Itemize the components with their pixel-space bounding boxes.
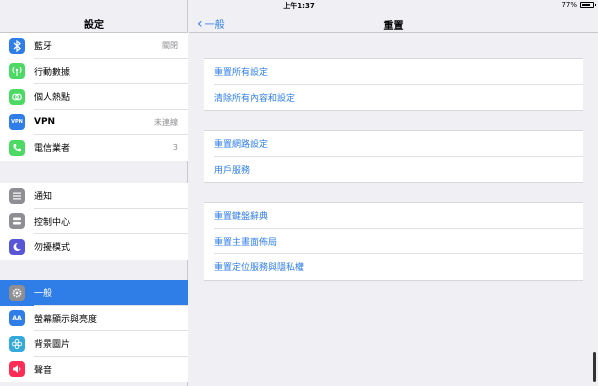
settings-sidebar: 設定 藍牙 關閉 行動數據 個人熱點 VPN VPN 未連線 電信業者 3 通知… [0, 0, 188, 386]
sidebar-item-sounds[interactable]: 聲音 [0, 357, 188, 383]
sidebar-item-label: 藍牙 [34, 42, 53, 53]
reset-location-privacy-button[interactable]: 重置定位服務與隱私權 [204, 254, 583, 280]
sidebar-item-control-center[interactable]: 控制中心 [0, 209, 188, 235]
hotspot-link-icon [9, 88, 25, 105]
reset-network-settings-button[interactable]: 重置網路設定 [204, 131, 583, 157]
erase-all-content-button[interactable]: 清除所有內容和設定 [204, 85, 583, 111]
sidebar-item-label: VPN [34, 117, 56, 128]
sidebar-item-label: 電信業者 [34, 144, 71, 155]
reset-keyboard-dictionary-button[interactable]: 重置鍵盤辭典 [204, 203, 583, 229]
subscriber-services-button[interactable]: 用戶服務 [204, 157, 583, 183]
sidebar-item-label: 行動數據 [34, 67, 71, 78]
battery-icon [580, 2, 596, 8]
sidebar-item-notifications[interactable]: 通知 [0, 183, 188, 209]
sidebar-item-label: 一般 [34, 289, 53, 300]
vpn-icon: VPN [9, 114, 25, 131]
sidebar-group-connectivity: 藍牙 關閉 行動數據 個人熱點 VPN VPN 未連線 電信業者 3 [0, 33, 188, 161]
wallpaper-flower-icon [9, 335, 25, 352]
sidebar-item-carrier[interactable]: 電信業者 3 [0, 135, 188, 161]
sidebar-item-label: 通知 [34, 192, 53, 203]
notifications-icon [9, 187, 25, 204]
sidebar-item-vpn[interactable]: VPN VPN 未連線 [0, 110, 188, 136]
sidebar-item-label: 聲音 [34, 365, 53, 376]
sidebar-item-label: 個人熱點 [34, 93, 71, 104]
brightness-aa-icon: AA [9, 310, 25, 327]
reset-group-3: 重置鍵盤辭典 重置主畫面佈局 重置定位服務與隱私權 [204, 202, 583, 281]
sidebar-group-general: 一般 AA 螢幕顯示與亮度 背景圖片 聲音 [0, 280, 188, 382]
battery-percent: 77% [561, 1, 577, 9]
sidebar-item-value: 3 [172, 143, 178, 153]
sidebar-item-general[interactable]: 一般 [0, 280, 188, 306]
cellular-antenna-icon [9, 63, 25, 80]
bluetooth-icon [9, 37, 25, 54]
reset-group-1: 重置所有設定 清除所有內容和設定 [204, 58, 583, 111]
page-title: 重置 [383, 21, 404, 32]
speaker-icon [9, 361, 25, 378]
gear-icon [9, 284, 25, 301]
sidebar-item-label: 螢幕顯示與亮度 [34, 314, 98, 325]
reset-home-screen-layout-button[interactable]: 重置主畫面佈局 [204, 229, 583, 255]
sidebar-group-notifications: 通知 控制中心 勿擾模式 [0, 183, 188, 260]
sidebar-title: 設定 [84, 20, 104, 31]
reset-all-settings-button[interactable]: 重置所有設定 [204, 59, 583, 85]
sidebar-item-cellular[interactable]: 行動數據 [0, 59, 188, 85]
phone-icon [9, 139, 25, 156]
sidebar-item-value: 關閉 [162, 41, 178, 51]
reset-group-2: 重置網路設定 用戶服務 [204, 130, 583, 183]
sidebar-item-bluetooth[interactable]: 藍牙 關閉 [0, 33, 188, 59]
detail-navbar: ‹ 一般 重置 [189, 12, 598, 33]
sidebar-item-label: 背景圖片 [34, 340, 71, 351]
sidebar-item-do-not-disturb[interactable]: 勿擾模式 [0, 234, 188, 260]
sidebar-item-label: 控制中心 [34, 217, 71, 228]
scrollbar[interactable] [593, 352, 596, 382]
sidebar-item-display-brightness[interactable]: AA 螢幕顯示與亮度 [0, 306, 188, 332]
sidebar-item-wallpaper[interactable]: 背景圖片 [0, 331, 188, 357]
sidebar-item-label: 勿擾模式 [34, 243, 71, 254]
moon-icon [9, 238, 25, 255]
control-center-icon [9, 213, 25, 230]
sidebar-item-value: 未連線 [154, 117, 178, 127]
sidebar-item-hotspot[interactable]: 個人熱點 [0, 84, 188, 110]
